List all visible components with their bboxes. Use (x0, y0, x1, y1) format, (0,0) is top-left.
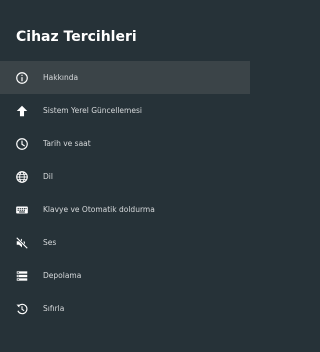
menu-item-language[interactable]: Dil (0, 160, 250, 193)
menu-item-about[interactable]: Hakkında (0, 61, 250, 94)
clock-icon (15, 137, 29, 151)
page-title: Cihaz Tercihleri (16, 29, 137, 45)
menu-item-date-time[interactable]: Tarih ve saat (0, 127, 250, 160)
menu-item-label: Sistem Yerel Güncellemesi (43, 106, 142, 115)
menu-item-label: Ses (43, 238, 57, 247)
volume-off-icon (15, 236, 29, 250)
reset-icon (15, 302, 29, 316)
settings-menu: Hakkında Sistem Yerel Güncellemesi Tarih… (0, 61, 250, 325)
device-preferences-panel: Cihaz Tercihleri Hakkında Sistem Yerel G… (0, 0, 250, 352)
menu-item-label: Depolama (43, 271, 82, 280)
menu-item-system-update[interactable]: Sistem Yerel Güncellemesi (0, 94, 250, 127)
info-icon (15, 71, 29, 85)
menu-item-storage[interactable]: Depolama (0, 259, 250, 292)
menu-item-reset[interactable]: Sıfırla (0, 292, 250, 325)
menu-item-label: Tarih ve saat (43, 139, 91, 148)
panel-header: Cihaz Tercihleri (16, 22, 137, 52)
menu-item-label: Sıfırla (43, 304, 65, 313)
menu-item-label: Hakkında (43, 73, 79, 82)
keyboard-icon (15, 203, 29, 217)
menu-item-label: Klavye ve Otomatik doldurma (43, 205, 155, 214)
globe-icon (15, 170, 29, 184)
menu-item-keyboard-autofill[interactable]: Klavye ve Otomatik doldurma (0, 193, 250, 226)
menu-item-label: Dil (43, 172, 53, 181)
menu-item-sound[interactable]: Ses (0, 226, 250, 259)
storage-icon (15, 269, 29, 283)
arrow-up-icon (15, 104, 29, 118)
